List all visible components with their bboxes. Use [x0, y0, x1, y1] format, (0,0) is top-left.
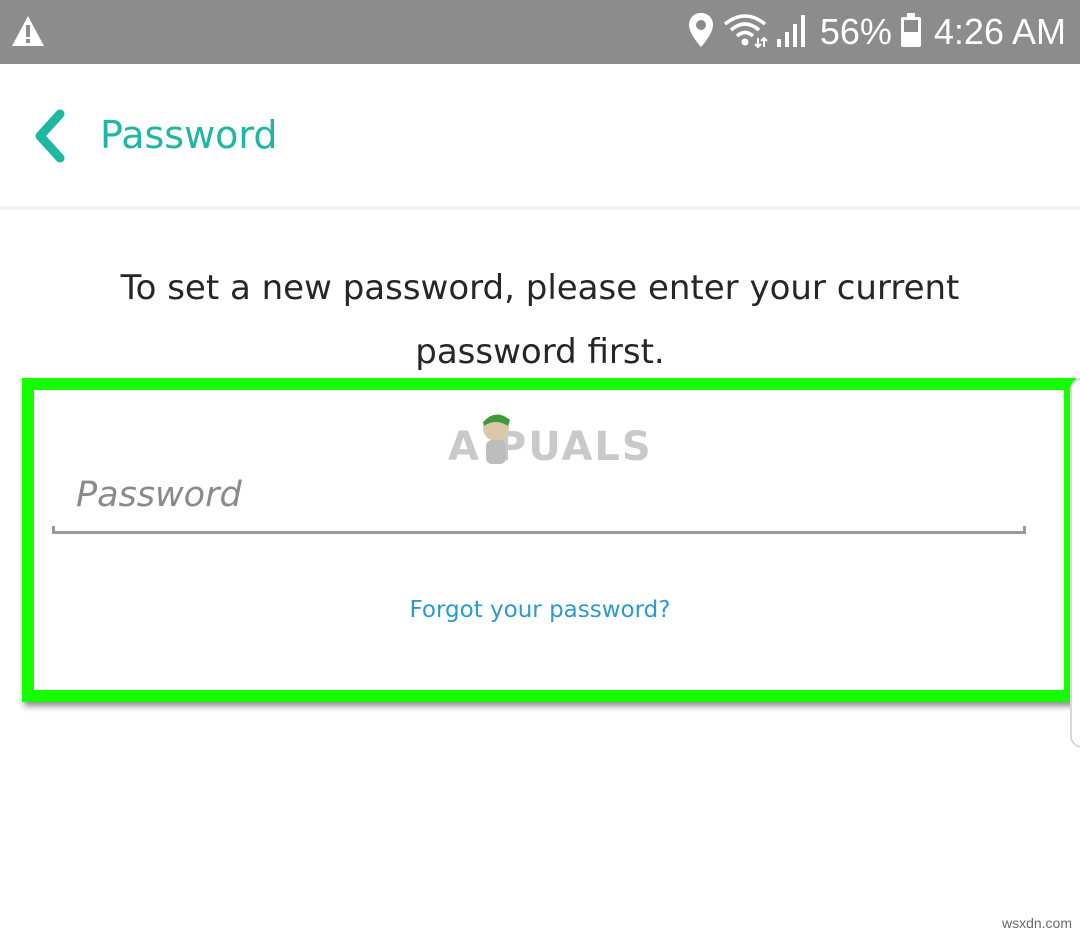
status-bar: 56% 4:26 AM: [0, 0, 1080, 64]
warning-icon: [10, 14, 46, 48]
wifi-icon: [722, 12, 768, 52]
chevron-left-icon: [35, 109, 65, 163]
battery-percent: 56%: [819, 11, 892, 52]
screen: 56% 4:26 AM Password To set a new passwo…: [0, 0, 1080, 937]
instruction-text: To set a new password, please enter your…: [120, 268, 960, 372]
back-button[interactable]: [28, 108, 78, 164]
highlight-box: [22, 378, 1076, 702]
location-icon: [688, 12, 714, 52]
page-title: Password: [100, 113, 278, 157]
clock: 4:26 AM: [933, 11, 1066, 52]
status-indicators: 56% 4:26 AM: [680, 0, 1066, 64]
battery-icon: [900, 12, 922, 52]
site-watermark: wsxdn.com: [1001, 915, 1072, 931]
edge-panel: [1070, 378, 1080, 748]
signal-icon: [776, 12, 808, 52]
app-header: Password: [0, 64, 1080, 210]
